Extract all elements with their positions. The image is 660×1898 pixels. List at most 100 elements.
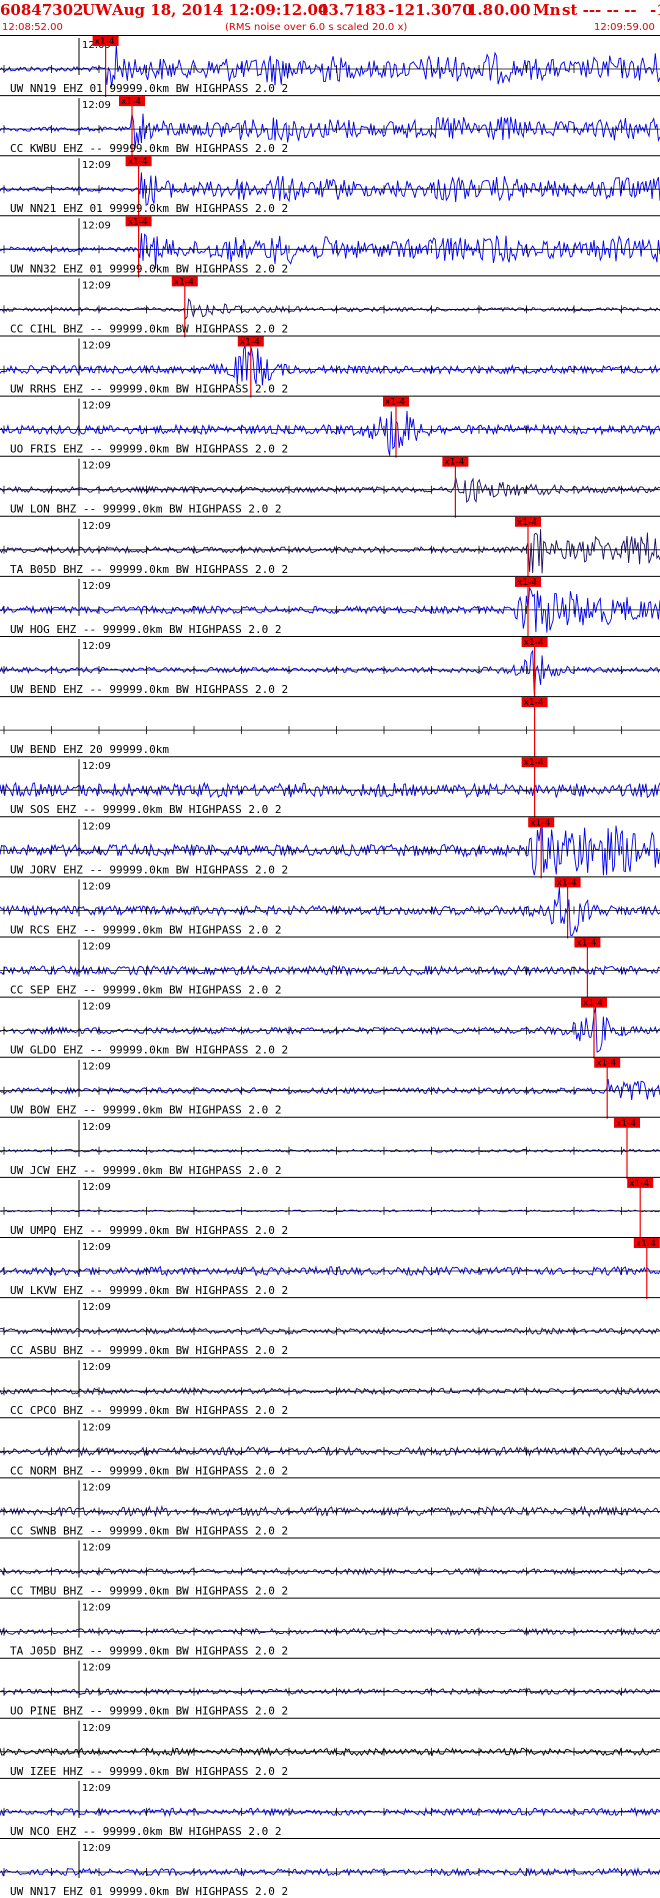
trace-group: 12:09 x1-4 CC CIHL BHZ -- 99999.0km BW HIG… (0, 275, 660, 338)
tick-label: 12:09 (82, 220, 111, 231)
tick-label: 12:09 (82, 1843, 111, 1854)
tick-label: 12:09 (82, 1242, 111, 1253)
tick-label: 12:09 (82, 100, 111, 111)
pick-label: x1-4 (583, 999, 603, 1009)
trace-group: 12:09 x1-4 UW NN21 EHZ 01 99999.0km BW HIG… (0, 155, 660, 218)
pick-label: x1-4 (616, 1119, 636, 1129)
event-lon: -121.3070 (388, 1, 473, 19)
station-label: CC NORM BHZ -- 99999.0km BW HIGHPASS 2.0… (10, 1464, 288, 1477)
station-label: UW BEND EHZ 20 99999.0km (10, 743, 169, 756)
seismogram-plot: 12:09 x1-4 UW NN19 EHZ 01 99999.0km BW HIG… (0, 35, 660, 1898)
pick-label: x1-4 (517, 578, 537, 588)
station-label: UW NN19 EHZ 01 99999.0km BW HIGHPASS 2.0… (10, 82, 288, 95)
trace-group: 12:09 x1-4 UW RCS EHZ -- 99999.0km BW HIGH… (0, 876, 660, 939)
pick-label: x1-4 (629, 1179, 649, 1189)
pick-label: x1-4 (576, 939, 596, 949)
trace-group: 12:09 x1-4 UW JCW EHZ -- 99999.0km BW HIGH… (0, 1116, 660, 1179)
pick-label: x1-4 (128, 157, 148, 167)
pick-label: x1-4 (95, 37, 115, 47)
pick-label: x1-4 (524, 698, 544, 708)
tick-label: 12:09 (82, 641, 111, 652)
trace-group: 12:09 x1-4 CC KWBU EHZ -- 99999.0km BW HIG… (0, 95, 660, 158)
trace-group: 12:09 x1-4 UW LKVW EHZ -- 99999.0km BW HIG… (0, 1237, 660, 1299)
station-label: UW NN32 EHZ 01 99999.0km BW HIGHPASS 2.0… (10, 262, 288, 275)
trace-group: 12:09 x1-4 UW HOG EHZ -- 99999.0km BW HIGH… (0, 575, 660, 638)
station-label: UW NN17 EHZ 01 99999.0km BW HIGHPASS 2.0… (10, 1885, 288, 1898)
station-label: UW NN21 EHZ 01 99999.0km BW HIGHPASS 2.0… (10, 202, 288, 215)
pick-label: x1-4 (636, 1239, 656, 1249)
trace-group: 12:09 x1-4 UO FRIS EHZ -- 99999.0km BW HIG… (0, 395, 660, 458)
tick-label: 12:09 (82, 761, 111, 772)
station-label: CC KWBU EHZ -- 99999.0km BW HIGHPASS 2.0… (10, 142, 288, 155)
pick-label: x1-4 (596, 1059, 616, 1069)
pick-label: x1-4 (128, 217, 148, 227)
tick-label: 12:09 (82, 1302, 111, 1313)
tick-label: 12:09 (82, 1482, 111, 1493)
station-label: UW RRHS EHZ -- 99999.0km BW HIGHPASS 2.0… (10, 383, 288, 396)
trace-group: 12:09 x1-4 UW BEND EHZ -- 99999.0km BW HIG… (0, 636, 660, 698)
station-label: CC SWNB BHZ -- 99999.0km BW HIGHPASS 2.0… (10, 1524, 288, 1537)
time-header: 12:08:52.00 (RMS noise over 6.0 s scaled… (0, 20, 660, 36)
event-lat: 43.7183 (318, 1, 386, 19)
station-label: CC ASBU BHZ -- 99999.0km BW HIGHPASS 2.0… (10, 1344, 288, 1357)
tick-label: 12:09 (82, 581, 111, 592)
trace-group: 12:09 UO PINE BHZ -- 99999.0km BW HIGHPAS… (0, 1657, 660, 1718)
pick-label: x1-4 (240, 338, 260, 348)
pick-label: x1-4 (174, 277, 194, 287)
event-mag: 0.00 (494, 1, 531, 19)
trace-group: 12:09 x1-4 UW JORV EHZ -- 99999.0km BW HIG… (0, 816, 660, 879)
station-label: CC CIHL BHZ -- 99999.0km BW HIGHPASS 2.0… (10, 322, 288, 335)
pick-label: x1-4 (524, 638, 544, 648)
tick-label: 12:09 (82, 881, 111, 892)
trace-group: 12:09 CC NORM BHZ -- 99999.0km BW HIGHPAS… (0, 1417, 660, 1477)
tick-label: 12:09 (82, 1362, 111, 1373)
trace-group: 12:09 x1-4 UW LON BHZ -- 99999.0km BW HIGH… (0, 455, 660, 518)
event-id: 60847302 (0, 1, 84, 19)
station-label: UO PINE BHZ -- 99999.0km BW HIGHPASS 2.0… (10, 1705, 288, 1718)
pick-label: x1-4 (121, 97, 141, 107)
station-label: TA J05D BHZ -- 99999.0km BW HIGHPASS 2.0… (10, 1645, 288, 1658)
station-label: CC SEP EHZ -- 99999.0km BW HIGHPASS 2.0 … (10, 984, 282, 997)
trace-group: 12:09 CC CPCO BHZ -- 99999.0km BW HIGHPAS… (0, 1357, 660, 1417)
trace-group: 12:09x1-4UW NN19 EHZ 01 99999.0km BW HIG… (0, 35, 660, 97)
tick-label: 12:09 (82, 1603, 111, 1614)
pick-label: x1-4 (524, 758, 544, 768)
station-label: UW JCW EHZ -- 99999.0km BW HIGHPASS 2.0 … (10, 1164, 282, 1177)
station-label: TA B05D BHZ -- 99999.0km BW HIGHPASS 2.0… (10, 563, 288, 576)
tick-label: 12:09 (82, 280, 111, 291)
station-label: UO FRIS EHZ -- 99999.0km BW HIGHPASS 2.0… (10, 443, 288, 456)
tick-label: 12:09 (82, 521, 111, 532)
station-label: UW IZEE HHZ -- 99999.0km BW HIGHPASS 2.0… (10, 1765, 288, 1778)
rms-note: (RMS noise over 6.0 s scaled 20.0 x) (225, 22, 408, 33)
station-label: UW HOG EHZ -- 99999.0km BW HIGHPASS 2.0 … (10, 623, 282, 636)
pick-label: x1-4 (444, 458, 464, 468)
tick-label: 12:09 (82, 1723, 111, 1734)
tick-label: 12:09 (82, 461, 111, 472)
event-trailing: -1 (650, 1, 660, 19)
event-status: st --- -- -- (562, 1, 637, 19)
trace-group: 12:09 x1-4 UW UMPQ EHZ -- 99999.0km BW HIG… (0, 1176, 660, 1239)
trace-group: 12:09 x1-4 CC SEP EHZ -- 99999.0km BW HIGH… (0, 936, 660, 999)
pick-label: x1-4 (517, 518, 537, 528)
station-label: UW NCO EHZ -- 99999.0km BW HIGHPASS 2.0 … (10, 1825, 282, 1838)
station-label: UW BOW EHZ -- 99999.0km BW HIGHPASS 2.0 … (10, 1104, 282, 1117)
trace-group: 12:09 x1-4 UW RRHS EHZ -- 99999.0km BW HIG… (0, 335, 660, 398)
tick-label: 12:09 (82, 1002, 111, 1013)
station-label: UW GLDO EHZ -- 99999.0km BW HIGHPASS 2.0… (10, 1044, 288, 1057)
end-time: 12:09:59.00 (594, 22, 655, 33)
tick-label: 12:09 (82, 1543, 111, 1554)
trace-group: 12:09 TA J05D BHZ -- 99999.0km BW HIGHPAS… (0, 1597, 660, 1658)
tick-label: 12:09 (82, 821, 111, 832)
trace-group: 12:09 UW IZEE HHZ -- 99999.0km BW HIGHPAS… (0, 1717, 660, 1778)
tick-label: 12:09 (82, 1783, 111, 1794)
trace-group: 12:09 x1-4 UW SOS EHZ -- 99999.0km BW HIGH… (0, 756, 660, 819)
tick-label: 12:09 (82, 401, 111, 412)
tick-label: 12:09 (82, 341, 111, 352)
station-label: UW BEND EHZ -- 99999.0km BW HIGHPASS 2.0… (10, 683, 288, 696)
event-mag-type: Mn (533, 1, 561, 19)
trace-group: 12:09 CC TMBU BHZ -- 99999.0km BW HIGHPAS… (0, 1537, 660, 1598)
event-datetime: Aug 18, 2014 12:09:12.00 (112, 1, 329, 19)
start-time: 12:08:52.00 (2, 22, 63, 33)
event-depth: 1.8 (467, 1, 494, 19)
tick-label: 12:09 (82, 1182, 111, 1193)
